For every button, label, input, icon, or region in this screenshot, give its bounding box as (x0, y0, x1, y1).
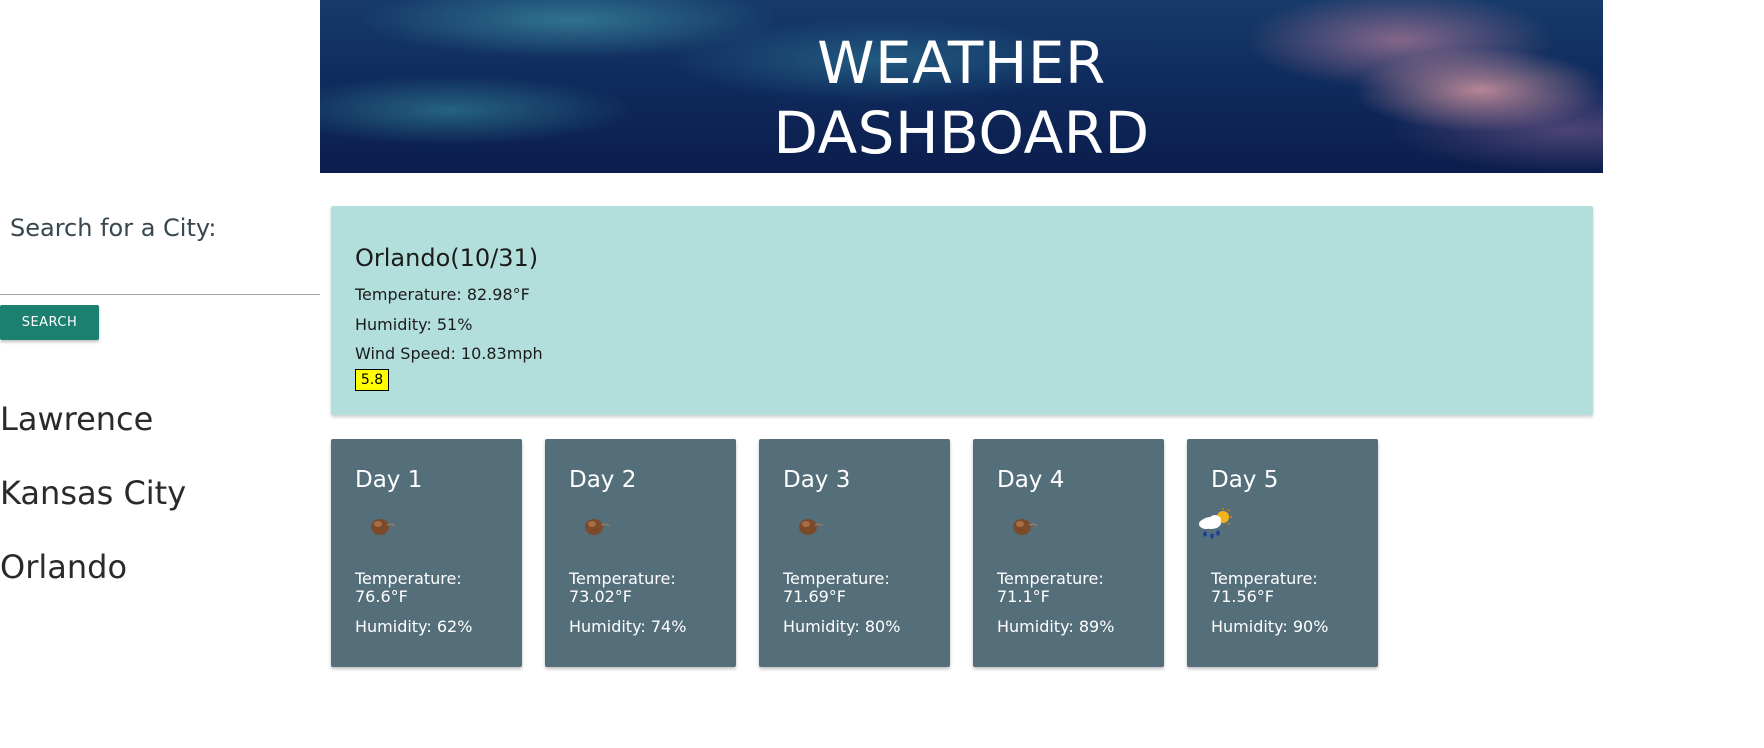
dust-icon (585, 519, 610, 535)
dust-icon (371, 519, 396, 535)
forecast-day-title: Day 2 (569, 467, 637, 493)
current-humidity: Humidity: 51% (355, 315, 473, 334)
forecast-day-title: Day 5 (1211, 467, 1279, 493)
header-banner: WEATHER DASHBOARD (320, 0, 1603, 173)
city-history-list: Lawrence Kansas City Orlando (0, 382, 186, 604)
forecast-humidity: Humidity: 80% (783, 617, 901, 636)
forecast-temperature: Temperature: 76.6°F (355, 570, 505, 606)
forecast-temperature-value: 71.1°F (997, 587, 1050, 606)
dust-icon (1013, 519, 1038, 535)
page-title: WEATHER DASHBOARD (320, 28, 1603, 168)
forecast-humidity: Humidity: 74% (569, 617, 687, 636)
forecast-temperature-label: Temperature: (569, 569, 676, 588)
search-button[interactable]: SEARCH (0, 305, 99, 340)
current-temperature: Temperature: 82.98°F (355, 285, 530, 304)
current-weather-card: Orlando(10/31) Temperature: 82.98°F Humi… (331, 206, 1593, 415)
forecast-temperature-label: Temperature: (355, 569, 462, 588)
title-line-1: WEATHER (817, 29, 1106, 97)
forecast-temperature-label: Temperature: (997, 569, 1104, 588)
city-item-orlando[interactable]: Orlando (0, 530, 186, 604)
current-wind-speed: Wind Speed: 10.83mph (355, 344, 543, 363)
forecast-card: Day 3 Temperature: 71.69°F Humidity: 80% (759, 439, 950, 667)
uv-index-badge: 5.8 (355, 369, 389, 391)
search-input[interactable] (0, 256, 320, 295)
forecast-temperature-value: 73.02°F (569, 587, 633, 606)
forecast-temperature-value: 71.69°F (783, 587, 847, 606)
forecast-temperature-label: Temperature: (1211, 569, 1318, 588)
forecast-temperature: Temperature: 73.02°F (569, 570, 719, 606)
forecast-day-title: Day 1 (355, 467, 423, 493)
page: WEATHER DASHBOARD Search for a City: SEA… (0, 0, 1764, 748)
city-item-kansas-city[interactable]: Kansas City (0, 456, 186, 530)
forecast-humidity: Humidity: 90% (1211, 617, 1329, 636)
forecast-humidity: Humidity: 89% (997, 617, 1115, 636)
forecast-temperature-label: Temperature: (783, 569, 890, 588)
forecast-humidity: Humidity: 62% (355, 617, 473, 636)
current-city-title: Orlando(10/31) (355, 244, 539, 272)
title-line-2: DASHBOARD (773, 99, 1150, 167)
forecast-temperature: Temperature: 71.1°F (997, 570, 1147, 606)
forecast-temperature: Temperature: 71.69°F (783, 570, 933, 606)
forecast-day-title: Day 4 (997, 467, 1065, 493)
forecast-temperature: Temperature: 71.56°F (1211, 570, 1361, 606)
rain-sun-icon (1199, 508, 1232, 539)
city-item-lawrence[interactable]: Lawrence (0, 382, 186, 456)
forecast-temperature-value: 71.56°F (1211, 587, 1275, 606)
search-label: Search for a City: (10, 214, 217, 242)
forecast-day-title: Day 3 (783, 467, 851, 493)
forecast-card: Day 1 Temperature: 76.6°F Humidity: 62% (331, 439, 522, 667)
forecast-card: Day 4 Temperature: 71.1°F Humidity: 89% (973, 439, 1164, 667)
forecast-card: Day 2 Temperature: 73.02°F Humidity: 74% (545, 439, 736, 667)
dust-icon (799, 519, 824, 535)
forecast-temperature-value: 76.6°F (355, 587, 408, 606)
forecast-card: Day 5 Temperature: 71.56°F Humidity: 90% (1187, 439, 1378, 667)
